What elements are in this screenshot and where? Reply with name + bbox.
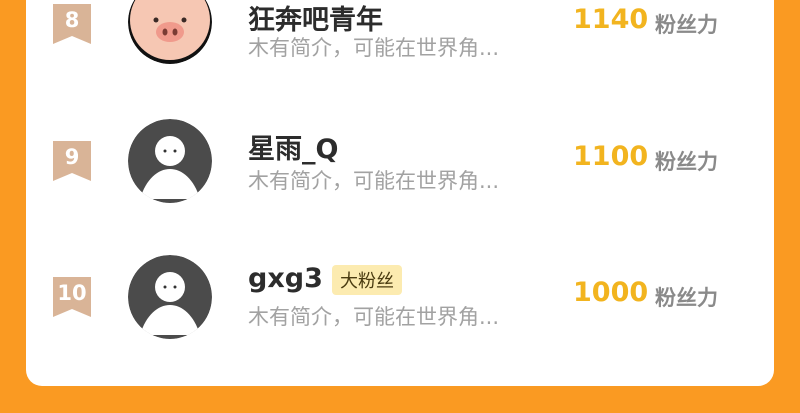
list-item[interactable]: 10 gxg3 大粉丝 木有简介，可能在世界角... 1000 粉丝力 bbox=[26, 253, 774, 343]
rank-number: 10 bbox=[57, 281, 87, 305]
user-name[interactable]: gxg3 bbox=[248, 263, 323, 294]
fans-label: 粉丝力 bbox=[655, 13, 718, 37]
rank-number: 8 bbox=[64, 8, 80, 32]
rank-badge: 8 bbox=[53, 4, 91, 44]
user-intro: 木有简介，可能在世界角... bbox=[248, 36, 500, 60]
user-intro: 木有简介，可能在世界角... bbox=[248, 305, 500, 329]
fans-label: 粉丝力 bbox=[655, 150, 718, 174]
avatar[interactable] bbox=[128, 119, 212, 203]
avatar[interactable] bbox=[128, 0, 212, 64]
fans-label: 粉丝力 bbox=[655, 286, 718, 310]
pig-avatar-icon bbox=[128, 0, 212, 64]
rank-number: 9 bbox=[64, 145, 80, 169]
fan-count: 1140 bbox=[573, 4, 649, 35]
rank-badge: 9 bbox=[53, 141, 91, 181]
big-fan-badge: 大粉丝 bbox=[332, 265, 402, 295]
rank-badge: 10 bbox=[53, 277, 91, 317]
user-name[interactable]: 星雨_Q bbox=[248, 127, 338, 166]
default-avatar-icon bbox=[128, 255, 212, 339]
list-item[interactable]: 8 狂奔吧青年 木有简介，可能在世界角... 1140 粉丝力 bbox=[26, 0, 774, 70]
avatar[interactable] bbox=[128, 255, 212, 339]
default-avatar-icon bbox=[128, 119, 212, 203]
user-intro: 木有简介，可能在世界角... bbox=[248, 169, 500, 193]
fan-count: 1100 bbox=[573, 141, 649, 172]
fan-count: 1000 bbox=[573, 277, 649, 308]
ranking-card: 8 狂奔吧青年 木有简介，可能在世界角... 1140 粉丝力 9 星雨_Q 木… bbox=[26, 0, 774, 386]
list-item[interactable]: 9 星雨_Q 木有简介，可能在世界角... 1100 粉丝力 bbox=[26, 117, 774, 207]
